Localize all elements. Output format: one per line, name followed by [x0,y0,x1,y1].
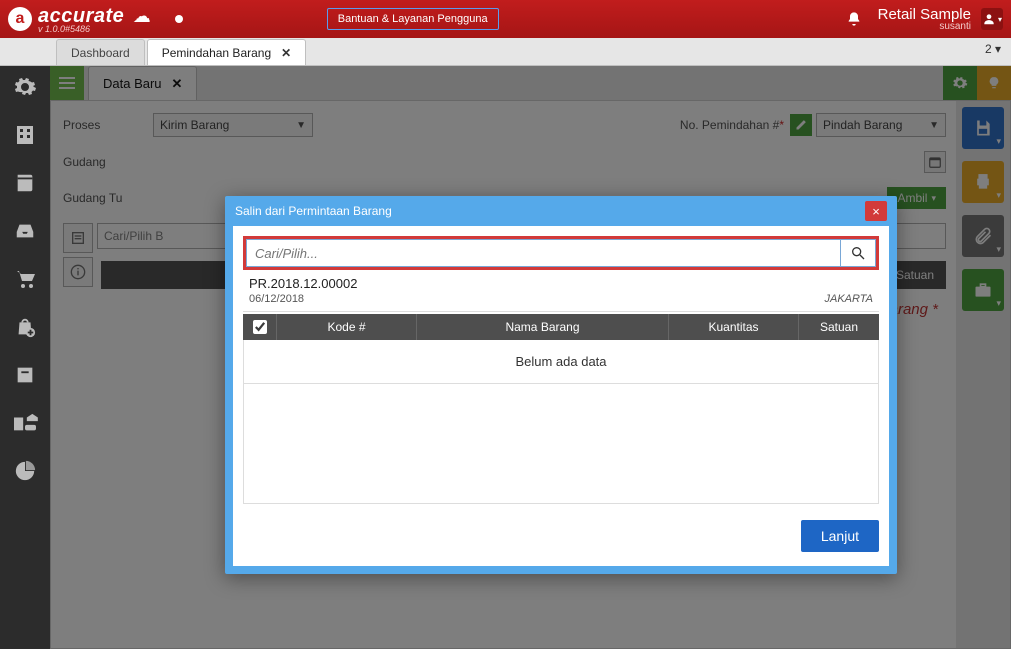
help-button[interactable]: Bantuan & Layanan Pengguna [327,8,499,30]
bag-plus-icon[interactable] [10,312,40,342]
tab-current-label: Pemindahan Barang [162,46,271,60]
result-location: JAKARTA [825,293,874,305]
cart-icon[interactable] [10,264,40,294]
tab-pemindahan-barang[interactable]: Pemindahan Barang ✕ [147,39,306,65]
status-dot-icon [175,15,183,23]
grid-empty-text: Belum ada data [243,340,879,384]
company-block[interactable]: Retail Sample susanti [878,7,971,32]
modal-close-button[interactable]: × [865,201,887,221]
chart-pie-icon[interactable] [10,456,40,486]
logo-icon: a [8,7,32,31]
modal-title: Salin dari Permintaan Barang [235,204,392,218]
grid-body [243,384,879,504]
search-icon[interactable] [840,239,876,267]
notification-icon[interactable] [846,11,862,27]
grid-header: Kode # Nama Barang Kuantitas Satuan [243,314,879,340]
col-nama[interactable]: Nama Barang [417,314,669,340]
tab-dashboard-label: Dashboard [71,46,130,60]
company-name: Retail Sample [878,6,971,23]
book-icon[interactable] [10,168,40,198]
col-satuan[interactable]: Satuan [799,314,879,340]
tab-row: Dashboard Pemindahan Barang ✕ 2 ▾ [0,38,1011,66]
cloud-icon: ☁ [133,6,151,26]
tab-close-icon[interactable]: ✕ [281,46,291,60]
search-result-item[interactable]: PR.2018.12.00002 06/12/2018 JAKARTA [243,270,879,312]
user-menu-icon[interactable]: ▾ [981,8,1003,30]
result-date: 06/12/2018 [249,293,304,305]
select-all-checkbox[interactable] [243,314,277,340]
archive-icon[interactable] [10,360,40,390]
modal-search-wrap [243,236,879,270]
building-icon[interactable] [10,120,40,150]
user-name: susanti [878,22,971,32]
assets-icon[interactable] [10,408,40,438]
col-kuantitas[interactable]: Kuantitas [669,314,799,340]
top-bar: a accurate ☁ v 1.0.0#5486 Bantuan & Laya… [0,0,1011,38]
content-area: Data Baru ✕ Proses Kirim Barang ▼ No. Pe… [50,66,1011,649]
result-code: PR.2018.12.00002 [249,276,873,291]
inbox-icon[interactable] [10,216,40,246]
tab-count[interactable]: 2 ▾ [985,42,1001,56]
logo-block: accurate ☁ v 1.0.0#5486 [38,5,151,34]
sidebar [0,66,50,649]
lanjut-button[interactable]: Lanjut [801,520,879,552]
modal-search-input[interactable] [246,239,840,267]
tab-dashboard[interactable]: Dashboard [56,39,145,65]
gear-icon[interactable] [10,72,40,102]
col-kode[interactable]: Kode # [277,314,417,340]
modal-salin-permintaan: Salin dari Permintaan Barang × PR.2018.1… [225,196,897,574]
